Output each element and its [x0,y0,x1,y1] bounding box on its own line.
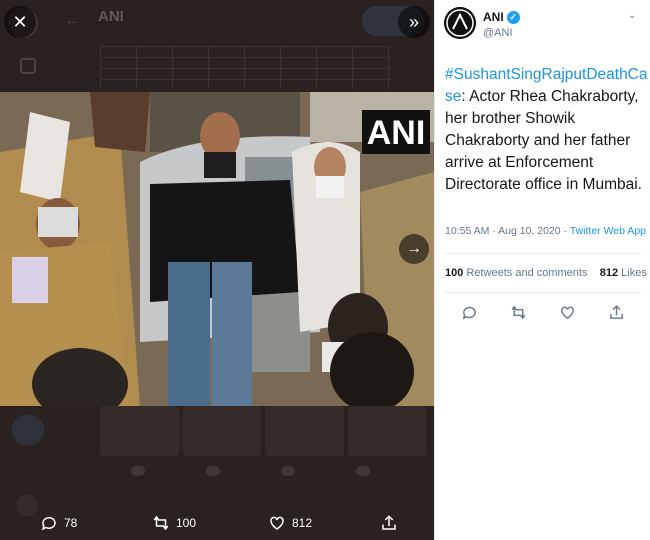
retweet-button[interactable] [510,304,527,326]
tweet-panel: ANI ✓ @ANI ⌄ #SushantSingRajputDeathCase… [434,0,650,540]
next-arrow-icon: → [406,240,422,257]
next-image-button[interactable]: → [399,234,429,264]
retweets-label[interactable]: Retweets and comments [466,267,587,279]
viewer-share-button[interactable] [380,514,398,532]
close-icon: ✕ [12,11,28,32]
verified-icon: ✓ [506,10,520,24]
viewer-reply-count: 78 [64,516,78,530]
ani-watermark: ANI [367,114,426,152]
author-name-row[interactable]: ANI ✓ [483,10,520,24]
tweet-actions [445,304,641,326]
avatar[interactable] [444,7,476,39]
tweet-timestamp-row: 10:55 AM · Aug 10, 2020 · Twitter Web Ap… [445,225,646,237]
likes-label[interactable]: Likes [621,267,647,279]
like-button[interactable] [559,304,576,326]
likes-count[interactable]: 812 [600,267,618,279]
reply-icon [462,306,476,320]
share-icon [382,515,396,530]
background-home-icon [20,58,36,74]
tweet-photo[interactable]: ANI [0,92,434,406]
tweet-text: #SushantSingRajputDeathCase: Actor Rhea … [445,64,649,196]
retweets-count[interactable]: 100 [445,267,463,279]
viewer-action-bar: 78 100 812 [0,506,434,540]
reply-button[interactable] [461,304,478,326]
share-icon [610,305,623,319]
expand-icon: » [408,11,419,32]
reply-icon [41,516,56,531]
author-name: ANI [483,10,504,24]
like-icon [270,516,284,530]
retweet-icon [153,515,169,531]
background-thumbnails [100,406,426,456]
viewer-like-count: 812 [292,516,313,530]
background-action-icons [100,466,400,478]
background-document-image [100,46,390,90]
chevron-down-icon[interactable]: ⌄ [628,10,636,21]
author-handle[interactable]: @ANI [483,27,513,39]
tweet-source[interactable]: Twitter Web App [570,225,646,237]
tweet-timestamp[interactable]: 10:55 AM · Aug 10, 2020 · [445,225,570,237]
divider [445,253,641,254]
media-viewer: ← ANI ANI ✕ » → 78 100 812 [0,0,434,540]
divider [445,292,641,293]
background-compose-icon [12,414,44,446]
close-button[interactable]: ✕ [4,6,36,38]
ani-logo [444,7,476,39]
tweet-stats: 100 Retweets and comments 812 Likes [445,267,647,279]
expand-panel-button[interactable]: » [398,6,430,38]
tweet-body: : Actor Rhea Chakraborty, her brother Sh… [445,88,642,193]
viewer-reply-button[interactable]: 78 [40,514,77,532]
viewer-like-button[interactable]: 812 [268,514,312,532]
retweet-icon [511,305,526,320]
background-back-icon: ← [64,12,80,29]
like-icon [561,306,574,320]
viewer-retweet-button[interactable]: 100 [152,514,196,532]
share-button[interactable] [608,304,625,326]
background-account-name: ANI [98,8,124,25]
viewer-retweet-count: 100 [176,516,197,530]
